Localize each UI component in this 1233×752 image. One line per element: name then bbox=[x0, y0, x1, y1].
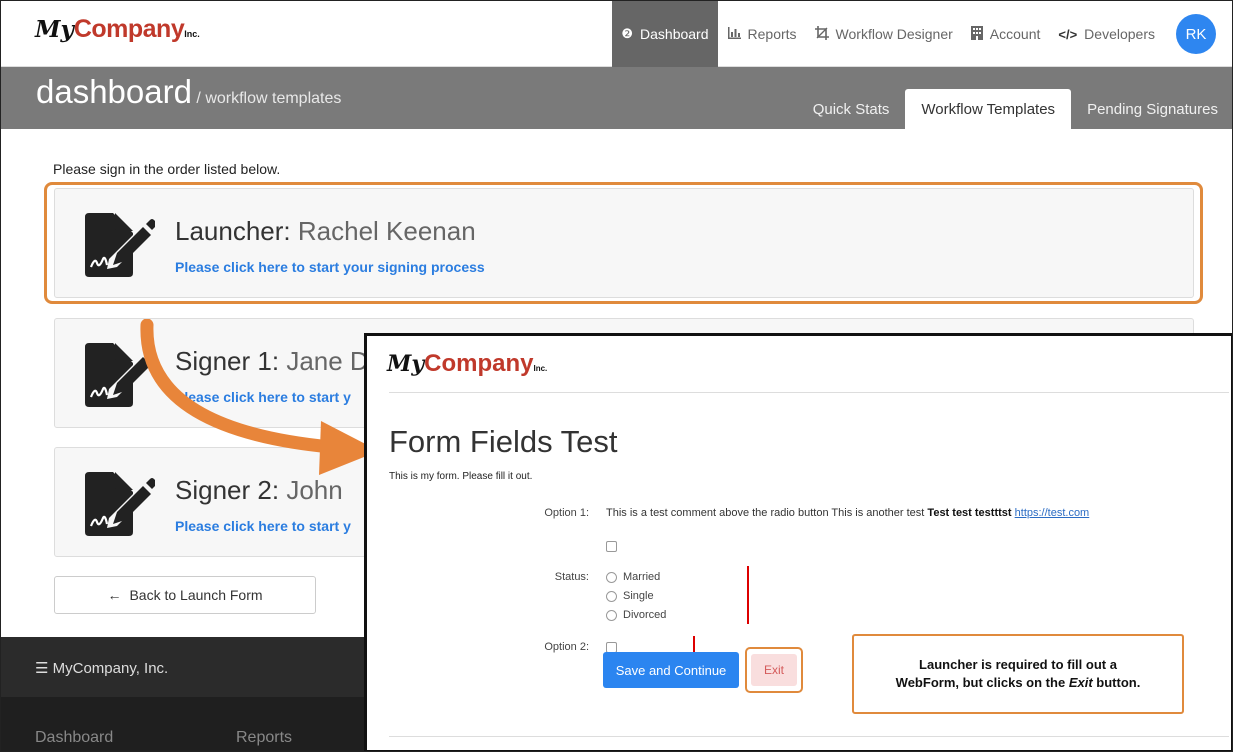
logo-my: My bbox=[387, 351, 425, 377]
callout-text: Launcher is required to fill out a WebFo… bbox=[896, 656, 1141, 691]
layers-icon: ☰ bbox=[35, 660, 49, 677]
status-divorced-label: Divorced bbox=[623, 609, 667, 621]
callout-line-2: WebForm, but clicks on the bbox=[895, 675, 1066, 690]
flow-arrow-icon bbox=[140, 319, 379, 475]
nav-dashboard[interactable]: ❷ Dashboard bbox=[612, 1, 718, 67]
status-label: Status: bbox=[554, 571, 589, 583]
breadcrumb: / workflow templates bbox=[196, 90, 342, 107]
exit-highlight-box bbox=[745, 647, 803, 693]
signer-name: John bbox=[286, 475, 343, 505]
status-single-label: Single bbox=[623, 590, 654, 602]
nav-reports[interactable]: Reports bbox=[718, 1, 806, 67]
arrow-left-icon: ← bbox=[107, 587, 122, 603]
nav-workflow-designer-label: Workflow Designer bbox=[835, 26, 953, 42]
page-title-main: dashboard bbox=[36, 73, 192, 110]
callout-line-2-end: button. bbox=[1096, 675, 1141, 690]
option-2-label: Option 2: bbox=[544, 641, 589, 653]
building-icon bbox=[970, 25, 983, 43]
bar-chart-icon bbox=[727, 26, 741, 42]
role-label: Signer 2: bbox=[175, 475, 280, 505]
footer-link-reports[interactable]: Reports bbox=[236, 729, 292, 747]
signature-icon bbox=[85, 472, 155, 536]
logo-inc: Inc. bbox=[533, 364, 548, 373]
footer-link-dashboard[interactable]: Dashboard bbox=[35, 729, 113, 747]
form-description: This is my form. Please fill it out. bbox=[389, 471, 533, 482]
page-header: dashboard / workflow templates Quick Sta… bbox=[1, 67, 1232, 129]
option-1-checkbox[interactable] bbox=[606, 541, 617, 552]
page-title: dashboard / workflow templates bbox=[36, 73, 341, 111]
nav-workflow-designer[interactable]: Workflow Designer bbox=[806, 1, 962, 67]
logo-company: Company bbox=[73, 15, 185, 43]
option-1-comment: This is a test comment above the radio b… bbox=[606, 507, 925, 519]
start-signing-link[interactable]: Please click here to start y bbox=[175, 518, 351, 534]
code-icon: </> bbox=[1058, 26, 1078, 42]
screenshot-frame: MyCompanyInc. ❷ Dashboard Reports Workfl… bbox=[0, 0, 1233, 752]
logo-my: My bbox=[35, 16, 74, 43]
dashboard-icon: ❷ bbox=[621, 26, 634, 41]
option-1-bold-text: Test test testttst bbox=[927, 507, 1012, 519]
nav-items: ❷ Dashboard Reports Workflow Designer Ac… bbox=[612, 1, 1232, 67]
option-1-text: This is a test comment above the radio b… bbox=[606, 507, 1089, 519]
top-navbar: MyCompanyInc. ❷ Dashboard Reports Workfl… bbox=[1, 1, 1232, 67]
back-button-label: Back to Launch Form bbox=[129, 587, 263, 603]
footer-brand[interactable]: ☰ MyCompany, Inc. bbox=[35, 659, 168, 677]
back-to-launch-form-button[interactable]: ← Back to Launch Form bbox=[54, 576, 316, 614]
callout-line-1: Launcher is required to fill out a bbox=[919, 657, 1117, 673]
webform-logo: MyCompanyInc. bbox=[387, 350, 547, 378]
divider bbox=[389, 392, 1229, 393]
form-title: Form Fields Test bbox=[389, 424, 618, 459]
avatar[interactable]: RK bbox=[1176, 14, 1216, 54]
callout-emphasis: Exit bbox=[1068, 675, 1093, 690]
footer-brand-label: MyCompany, Inc. bbox=[52, 660, 169, 677]
tab-quick-stats[interactable]: Quick Stats bbox=[797, 89, 906, 129]
nav-account-label: Account bbox=[989, 26, 1041, 42]
nav-dashboard-label: Dashboard bbox=[640, 26, 709, 42]
nav-reports-label: Reports bbox=[747, 26, 797, 42]
crop-icon bbox=[814, 25, 829, 43]
nav-developers-label: Developers bbox=[1084, 26, 1155, 42]
status-radio-married[interactable] bbox=[606, 572, 617, 583]
signer-role: Signer 2: John bbox=[175, 475, 343, 506]
tab-workflow-templates[interactable]: Workflow Templates bbox=[905, 89, 1072, 129]
logo-company: Company bbox=[424, 350, 534, 377]
annotation-callout: Launcher is required to fill out a WebFo… bbox=[852, 634, 1184, 714]
status-married-label: Married bbox=[623, 571, 661, 583]
status-radio-divorced[interactable] bbox=[606, 610, 617, 621]
tab-pending-signatures[interactable]: Pending Signatures bbox=[1071, 89, 1232, 129]
nav-account[interactable]: Account bbox=[962, 1, 1050, 67]
option-1-label: Option 1: bbox=[544, 507, 589, 519]
logo-inc: Inc. bbox=[184, 29, 200, 39]
status-radio-single[interactable] bbox=[606, 591, 617, 602]
required-indicator bbox=[747, 566, 749, 624]
nav-developers[interactable]: </> Developers bbox=[1049, 1, 1164, 67]
divider bbox=[389, 736, 1229, 737]
header-tabs: Quick Stats Workflow Templates Pending S… bbox=[797, 89, 1232, 129]
instruction-text: Please sign in the order listed below. bbox=[53, 161, 281, 177]
save-and-continue-button[interactable]: Save and Continue bbox=[603, 652, 739, 688]
launcher-highlight-box bbox=[44, 182, 1203, 304]
company-logo[interactable]: MyCompanyInc. bbox=[35, 15, 200, 44]
option-1-link[interactable]: https://test.com bbox=[1015, 507, 1090, 519]
